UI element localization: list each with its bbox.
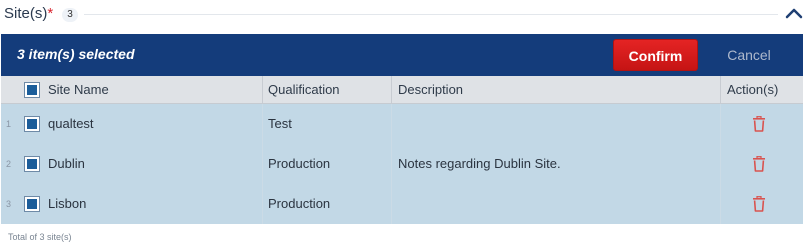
cell-divider bbox=[262, 144, 263, 184]
select-all-checkbox[interactable] bbox=[25, 83, 39, 97]
cancel-button[interactable]: Cancel bbox=[709, 39, 789, 71]
column-header-description[interactable]: Description bbox=[398, 76, 463, 103]
row-checkbox[interactable] bbox=[25, 197, 39, 211]
column-header-site-name[interactable]: Site Name bbox=[48, 76, 109, 103]
row-number: 1 bbox=[6, 119, 12, 129]
cell-divider bbox=[262, 184, 263, 224]
site-name-cell: Lisbon bbox=[48, 196, 87, 211]
section-title-text: Site(s) bbox=[4, 5, 48, 22]
trash-icon[interactable] bbox=[752, 196, 766, 212]
cell-divider bbox=[391, 104, 392, 144]
qualification-cell: Test bbox=[268, 116, 292, 131]
site-name-cell: qualtest bbox=[48, 116, 94, 131]
confirm-button[interactable]: Confirm bbox=[613, 39, 698, 71]
chevron-up-icon[interactable] bbox=[785, 6, 803, 20]
qualification-cell: Production bbox=[268, 196, 331, 211]
qualification-cell: Production bbox=[268, 156, 331, 171]
cell-divider bbox=[720, 184, 721, 224]
sites-table: Site Name Qualification Description Acti… bbox=[1, 76, 803, 224]
column-header-qualification[interactable]: Qualification bbox=[268, 76, 340, 103]
table-header: Site Name Qualification Description Acti… bbox=[1, 76, 803, 104]
cell-divider bbox=[262, 104, 263, 144]
trash-icon[interactable] bbox=[752, 156, 766, 172]
table-row[interactable]: 2 Dublin Production Notes regarding Dubl… bbox=[1, 144, 803, 184]
description-cell: Notes regarding Dublin Site. bbox=[398, 156, 561, 171]
required-mark: * bbox=[47, 5, 54, 22]
table-row[interactable]: 1 qualtest Test bbox=[1, 104, 803, 144]
row-checkbox[interactable] bbox=[25, 117, 39, 131]
cell-divider bbox=[720, 104, 721, 144]
section-divider bbox=[84, 14, 778, 15]
column-divider bbox=[262, 76, 263, 103]
trash-icon[interactable] bbox=[752, 116, 766, 132]
total-count-text: Total of 3 site(s) bbox=[8, 232, 72, 242]
column-header-actions: Action(s) bbox=[727, 82, 779, 97]
table-row[interactable]: 3 Lisbon Production bbox=[1, 184, 803, 224]
cell-divider bbox=[720, 144, 721, 184]
row-checkbox[interactable] bbox=[25, 157, 39, 171]
selection-count-text: 3 item(s) selected bbox=[17, 46, 135, 62]
column-divider bbox=[720, 76, 721, 103]
section-title: Site(s)* bbox=[4, 5, 53, 22]
row-number: 2 bbox=[6, 159, 12, 169]
cell-divider bbox=[391, 184, 392, 224]
sites-section-header: Site(s)* 3 bbox=[0, 0, 812, 30]
selection-bar: 3 item(s) selected Confirm Cancel bbox=[1, 34, 803, 76]
count-badge: 3 bbox=[62, 8, 78, 22]
row-number: 3 bbox=[6, 199, 12, 209]
cell-divider bbox=[391, 144, 392, 184]
site-name-cell: Dublin bbox=[48, 156, 85, 171]
column-divider bbox=[391, 76, 392, 103]
